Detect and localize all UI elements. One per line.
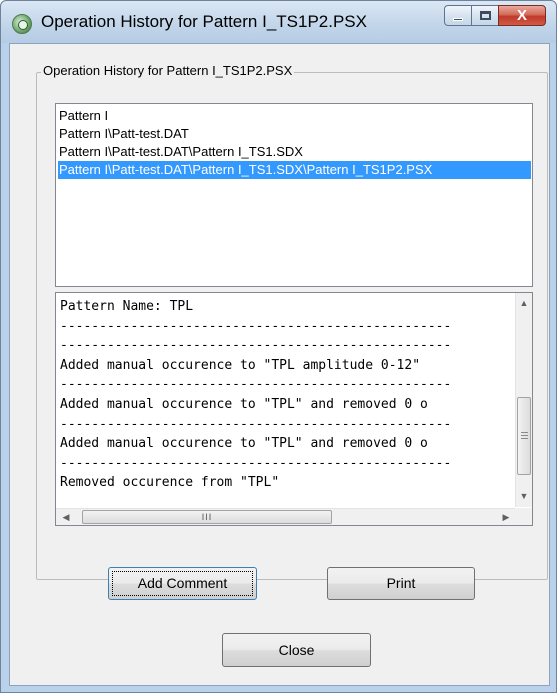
log-line: Added manual occurence to "TPL" and remo…: [60, 396, 428, 412]
log-line: Added manual occurence to "TPL amplitude…: [60, 357, 421, 373]
vertical-scrollbar[interactable]: ▲ ▼: [515, 293, 532, 507]
maximize-icon: [480, 11, 491, 20]
close-button[interactable]: Close: [222, 633, 371, 667]
dialog-client-area: Operation History for Pattern I_TS1P2.PS…: [9, 43, 550, 686]
close-window-button[interactable]: X: [498, 5, 546, 26]
window-title: Operation History for Pattern I_TS1P2.PS…: [41, 12, 367, 31]
minimize-button[interactable]: [444, 5, 471, 26]
maximize-button[interactable]: [471, 5, 498, 26]
path-listbox[interactable]: Pattern I Pattern I\Patt-test.DAT Patter…: [55, 103, 533, 287]
close-icon: X: [516, 7, 527, 24]
scroll-up-icon[interactable]: ▲: [516, 295, 532, 312]
add-comment-button[interactable]: Add Comment: [108, 567, 257, 600]
log-line: Added manual occurence to "TPL" and remo…: [60, 436, 428, 452]
operation-log-text[interactable]: Pattern Name: TPL ----------------------…: [60, 297, 508, 503]
scroll-down-icon[interactable]: ▼: [516, 488, 532, 505]
print-button[interactable]: Print: [327, 567, 475, 600]
log-line: ----------------------------------------…: [60, 318, 452, 334]
log-line: Removed occurence from "TPL": [60, 475, 280, 491]
log-line: Pattern Name: TPL: [60, 299, 194, 314]
path-list-item-selected[interactable]: Pattern I\Patt-test.DAT\Pattern I_TS1.SD…: [58, 161, 531, 179]
horizontal-scroll-thumb[interactable]: III: [82, 510, 332, 524]
caption-buttons: X: [444, 5, 546, 27]
log-line: ----------------------------------------…: [60, 416, 452, 432]
log-line: ----------------------------------------…: [60, 338, 452, 354]
scrollbar-corner: [515, 508, 532, 525]
log-line: ----------------------------------------…: [60, 377, 452, 393]
thumb-grip: [521, 438, 528, 439]
groupbox-label: Operation History for Pattern I_TS1P2.PS…: [41, 63, 295, 78]
vertical-scroll-thumb[interactable]: [517, 397, 531, 475]
scroll-right-icon[interactable]: ▶: [498, 509, 514, 525]
path-list-item[interactable]: Pattern I\Patt-test.DAT\Pattern I_TS1.SD…: [58, 143, 531, 161]
window: Operation History for Pattern I_TS1P2.PS…: [0, 0, 557, 693]
thumb-grip: [521, 435, 528, 436]
minimize-icon: [453, 18, 463, 21]
horizontal-scrollbar[interactable]: ◀ III ▶: [56, 508, 516, 525]
path-list-item[interactable]: Pattern I\Patt-test.DAT: [58, 125, 531, 143]
path-list-item[interactable]: Pattern I: [58, 107, 531, 125]
app-globe-icon: [12, 14, 32, 34]
thumb-grip: [521, 432, 528, 433]
operation-log-textbox[interactable]: Pattern Name: TPL ----------------------…: [55, 292, 533, 526]
log-line: ----------------------------------------…: [60, 455, 452, 471]
scroll-left-icon[interactable]: ◀: [58, 509, 74, 525]
title-bar[interactable]: Operation History for Pattern I_TS1P2.PS…: [1, 1, 556, 43]
